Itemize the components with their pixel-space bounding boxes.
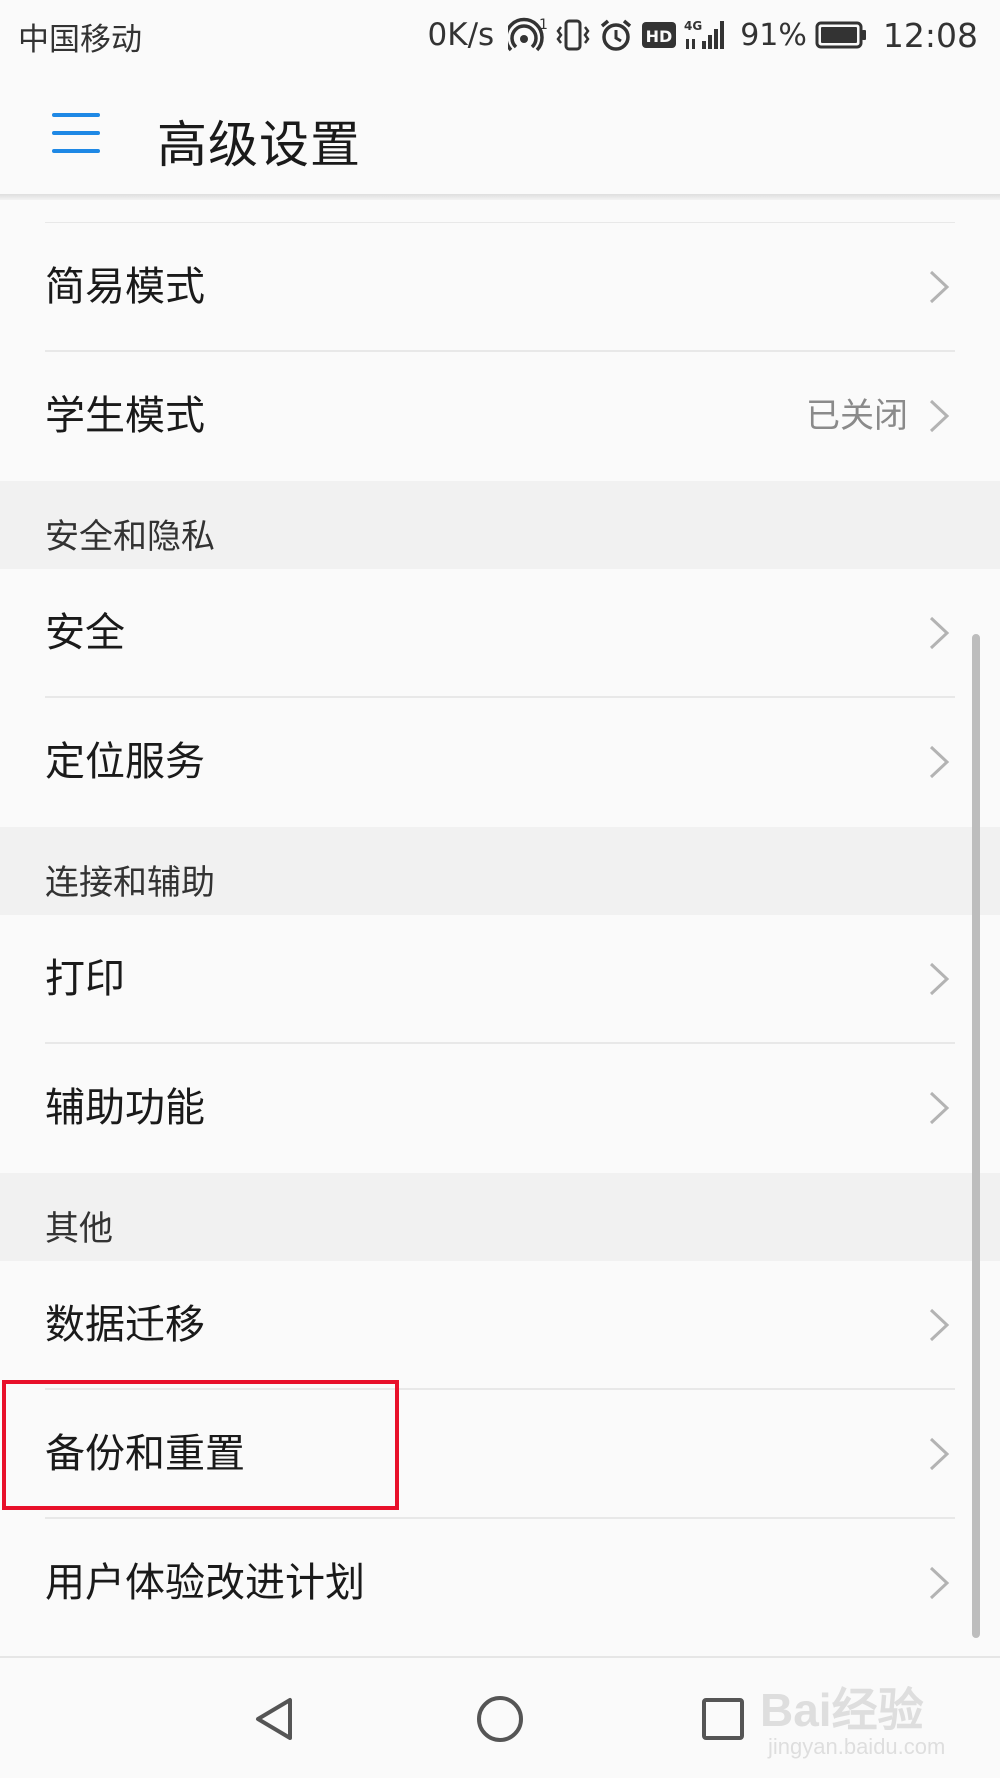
signal-icon: 4G — [684, 17, 730, 53]
section-header-security-privacy: 安全和隐私 — [0, 481, 1000, 569]
row-label: 用户体验改进计划 — [45, 1560, 365, 1606]
menu-icon[interactable] — [40, 102, 112, 164]
vibrate-icon — [556, 17, 590, 53]
row-student-mode[interactable]: 学生模式 已关闭 — [0, 352, 1000, 481]
student-mode-status: 已关闭 — [806, 396, 908, 436]
carrier-name: 中国移动 — [18, 22, 142, 58]
row-label: 学生模式 — [45, 393, 205, 439]
status-icons: 0K/s 1 HD 4G 91% 12:08 — [428, 12, 978, 58]
section-header-connection-assist: 连接和辅助 — [0, 827, 1000, 915]
chevron-right-icon — [929, 1308, 950, 1342]
highlight-annotation — [2, 1380, 399, 1510]
status-bar: 中国移动 0K/s 1 HD 4G 91% 12:08 — [0, 0, 1000, 72]
hotspot-icon: 1 — [508, 17, 548, 53]
recents-icon[interactable] — [688, 1684, 758, 1754]
row-label: 定位服务 — [45, 739, 205, 785]
row-label: 安全 — [45, 610, 125, 656]
toolbar: 高级设置 — [0, 72, 1000, 194]
back-icon[interactable] — [240, 1684, 310, 1754]
row-label: 数据迁移 — [45, 1302, 205, 1348]
watermark-url: jingyan.baidu.com — [768, 1734, 946, 1759]
chevron-right-icon — [929, 270, 950, 304]
chevron-right-icon — [929, 1437, 950, 1471]
battery-icon — [815, 20, 867, 50]
row-label: 辅助功能 — [45, 1085, 205, 1131]
hd-label: HD — [646, 27, 673, 46]
section-label: 连接和辅助 — [45, 863, 215, 903]
chevron-right-icon — [929, 616, 950, 650]
hd-icon: HD — [642, 20, 677, 50]
scrollbar[interactable] — [972, 634, 980, 1638]
section-label: 安全和隐私 — [45, 517, 215, 557]
row-label: 简易模式 — [45, 264, 205, 310]
chevron-right-icon — [929, 962, 950, 996]
row-location[interactable]: 定位服务 — [0, 698, 1000, 827]
alarm-icon — [598, 17, 634, 53]
row-accessibility[interactable]: 辅助功能 — [0, 1044, 1000, 1173]
chevron-right-icon — [929, 1566, 950, 1600]
row-ux-program[interactable]: 用户体验改进计划 — [0, 1519, 1000, 1648]
section-header-other: 其他 — [0, 1173, 1000, 1261]
chevron-right-icon — [929, 745, 950, 779]
clock: 12:08 — [882, 15, 978, 55]
network-type: 4G — [684, 19, 702, 33]
home-icon[interactable] — [465, 1684, 535, 1754]
row-data-migration[interactable]: 数据迁移 — [0, 1261, 1000, 1390]
row-simple-mode[interactable]: 简易模式 — [0, 223, 1000, 352]
chevron-right-icon — [929, 399, 950, 433]
hotspot-count: 1 — [539, 17, 548, 33]
row-label: 打印 — [45, 956, 125, 1002]
chevron-right-icon — [929, 1091, 950, 1125]
watermark-brand: Bai经验 — [760, 1684, 924, 1736]
row-security[interactable]: 安全 — [0, 569, 1000, 698]
section-label: 其他 — [45, 1209, 113, 1249]
battery-percent: 91% — [740, 17, 807, 53]
page-title: 高级设置 — [157, 116, 361, 174]
toolbar-divider — [0, 194, 1000, 200]
baidu-jingyan-watermark: Bai经验 jingyan.baidu.com — [760, 1672, 980, 1768]
row-print[interactable]: 打印 — [0, 915, 1000, 1044]
network-speed: 0K/s — [427, 17, 495, 53]
